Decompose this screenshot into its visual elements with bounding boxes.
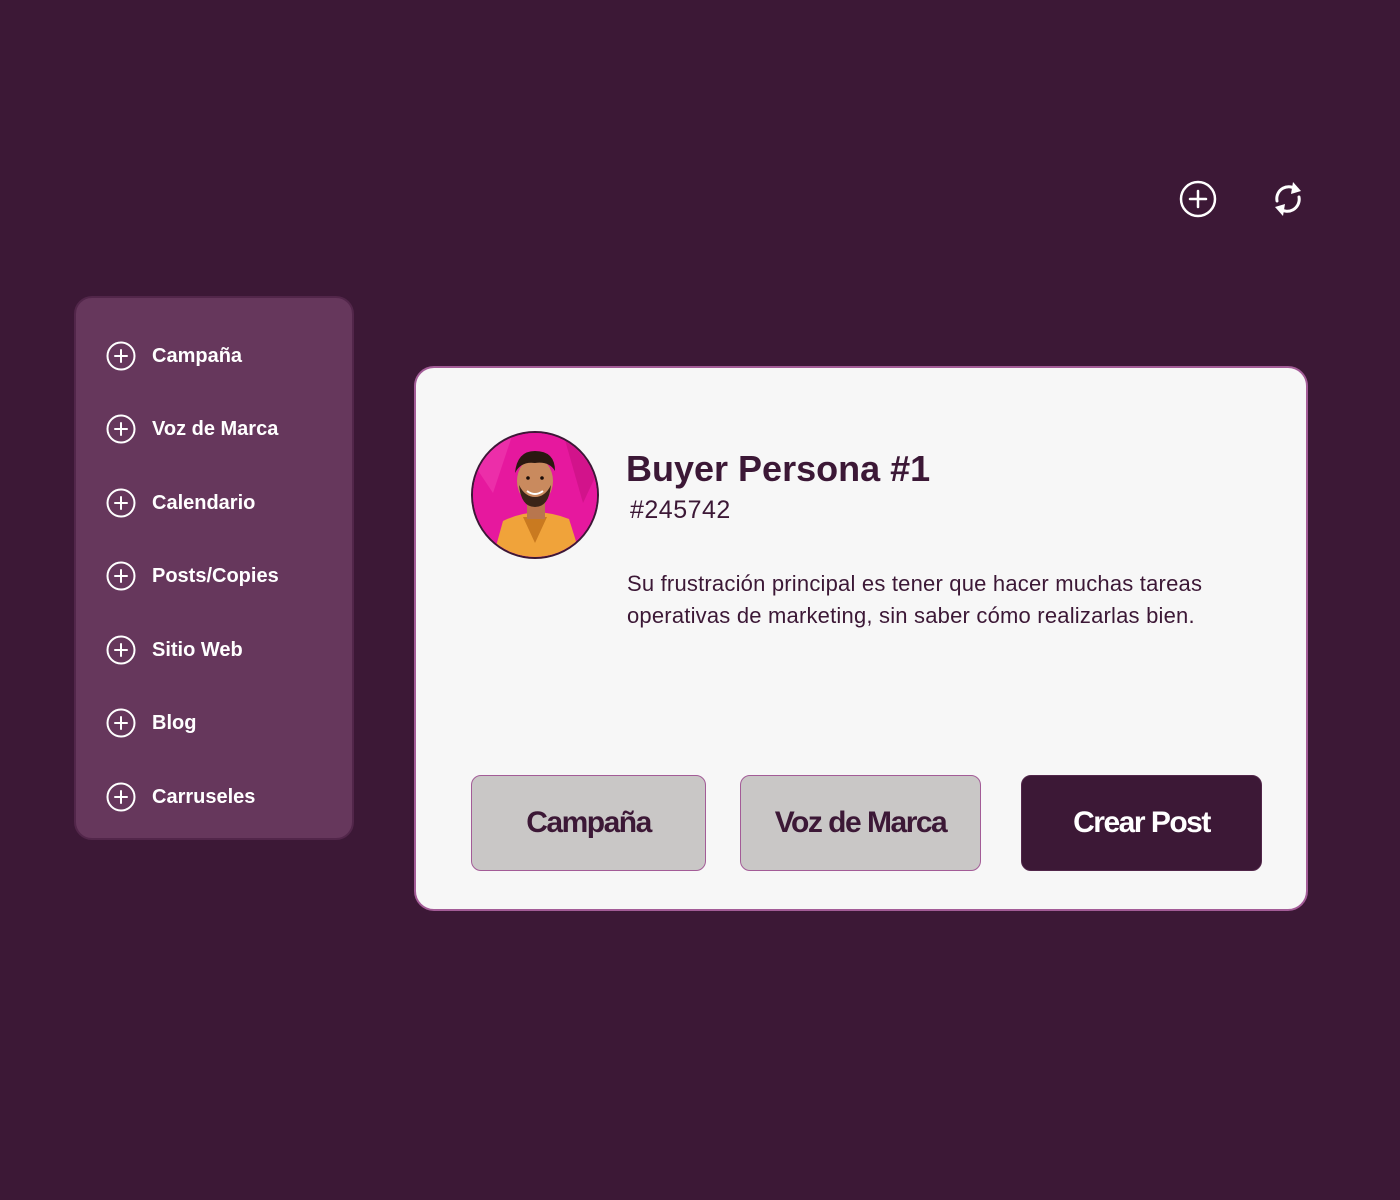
campaign-button[interactable]: Campaña <box>471 775 706 871</box>
sidebar-item-label: Blog <box>152 711 197 734</box>
refresh-icon[interactable] <box>1268 179 1308 219</box>
sidebar-item-label: Sitio Web <box>152 638 243 661</box>
sidebar-item-label: Carruseles <box>152 785 256 808</box>
buyer-persona-card: Buyer Persona #1 #245742 Su frustración … <box>414 366 1308 911</box>
plus-circle-icon <box>106 488 136 518</box>
sidebar-item-label: Campaña <box>152 344 243 367</box>
persona-title: Buyer Persona #1 <box>626 448 931 489</box>
persona-id: #245742 <box>630 496 731 524</box>
plus-circle-icon <box>106 782 136 812</box>
sidebar-item-sitio-web[interactable]: Sitio Web <box>106 633 243 667</box>
create-post-button[interactable]: Crear Post <box>1021 775 1262 871</box>
plus-circle-icon <box>106 341 136 371</box>
add-icon[interactable] <box>1178 179 1218 219</box>
plus-circle-icon <box>106 635 136 665</box>
sidebar-item-carruseles[interactable]: Carruseles <box>106 780 255 814</box>
plus-circle-icon <box>106 414 136 444</box>
plus-circle-icon <box>106 561 136 591</box>
sidebar-menu: Campaña Voz de Marca Calendario Posts/Co… <box>74 296 354 840</box>
sidebar-item-blog[interactable]: Blog <box>106 706 196 740</box>
sidebar-item-campana[interactable]: Campaña <box>106 339 242 373</box>
plus-circle-icon <box>106 708 136 738</box>
sidebar-item-label: Calendario <box>152 491 256 514</box>
sidebar-item-label: Voz de Marca <box>152 417 279 440</box>
sidebar-item-calendario[interactable]: Calendario <box>106 486 255 520</box>
brand-voice-button[interactable]: Voz de Marca <box>740 775 981 871</box>
sidebar-item-voz-de-marca[interactable]: Voz de Marca <box>106 412 278 446</box>
person-photo-icon <box>473 433 597 557</box>
sidebar-item-posts-copies[interactable]: Posts/Copies <box>106 559 279 593</box>
avatar <box>471 431 599 559</box>
persona-description: Su frustración principal es tener que ha… <box>627 571 1203 628</box>
sidebar-item-label: Posts/Copies <box>152 564 279 587</box>
